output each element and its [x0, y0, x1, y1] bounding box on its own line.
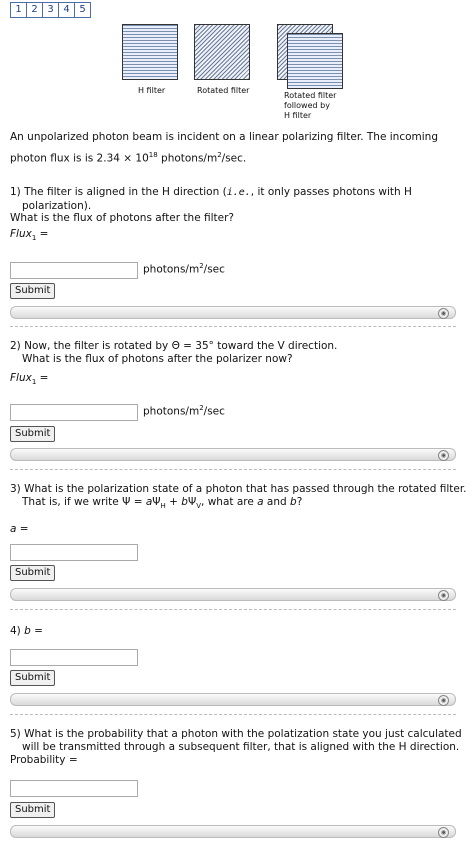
question-4: 4) b =	[10, 625, 43, 637]
divider	[10, 326, 456, 327]
submit-button-4[interactable]: Submit	[10, 670, 56, 686]
tab-2[interactable]: 2	[26, 2, 43, 18]
divider	[10, 469, 456, 470]
tab-5[interactable]: 5	[74, 2, 91, 18]
flux2-unit: photons/m2/sec	[143, 404, 225, 418]
submit-button-3[interactable]: Submit	[10, 565, 56, 581]
rotated-filter-label: Rotated filter	[197, 86, 250, 95]
flux1-unit: photons/m2/sec	[143, 262, 225, 276]
question-1: 1) The filter is aligned in the H direct…	[10, 186, 412, 243]
tab-4[interactable]: 4	[58, 2, 75, 18]
question-3: 3) What is the polarization state of a p…	[10, 483, 467, 536]
submit-button-5[interactable]: Submit	[10, 802, 56, 818]
flux1-input[interactable]	[10, 262, 138, 279]
probability-input[interactable]	[10, 780, 138, 797]
submit-button-1[interactable]: Submit	[10, 283, 56, 299]
page-tabs: 1 2 3 4 5	[10, 2, 91, 18]
tab-1[interactable]: 1	[10, 2, 27, 18]
expand-icon: ◉	[438, 308, 449, 319]
h-filter-image	[122, 24, 178, 80]
rotated-filter-image	[194, 24, 250, 80]
feedback-bar-1[interactable]: ◉	[10, 306, 456, 319]
a-input[interactable]	[10, 544, 138, 561]
combined-filter-label: Rotated filter followed by H filter	[284, 91, 337, 120]
divider	[10, 714, 456, 715]
feedback-bar-2[interactable]: ◉	[10, 448, 456, 461]
b-input[interactable]	[10, 649, 138, 666]
divider	[10, 609, 456, 610]
expand-icon: ◉	[438, 590, 449, 601]
h-filter-label: H filter	[138, 86, 166, 95]
question-2: 2) Now, the filter is rotated by Θ = 35°…	[10, 340, 338, 387]
intro-text: An unpolarized photon beam is incident o…	[10, 131, 438, 165]
feedback-bar-5[interactable]: ◉	[10, 825, 456, 838]
question-5: 5) What is the probability that a photon…	[10, 728, 462, 766]
submit-button-2[interactable]: Submit	[10, 426, 56, 442]
expand-icon: ◉	[438, 450, 449, 461]
expand-icon: ◉	[438, 827, 449, 838]
flux2-input[interactable]	[10, 404, 138, 421]
feedback-bar-3[interactable]: ◉	[10, 588, 456, 601]
h-filter-front-image	[287, 33, 343, 89]
tab-3[interactable]: 3	[42, 2, 59, 18]
feedback-bar-4[interactable]: ◉	[10, 693, 456, 706]
expand-icon: ◉	[438, 695, 449, 706]
